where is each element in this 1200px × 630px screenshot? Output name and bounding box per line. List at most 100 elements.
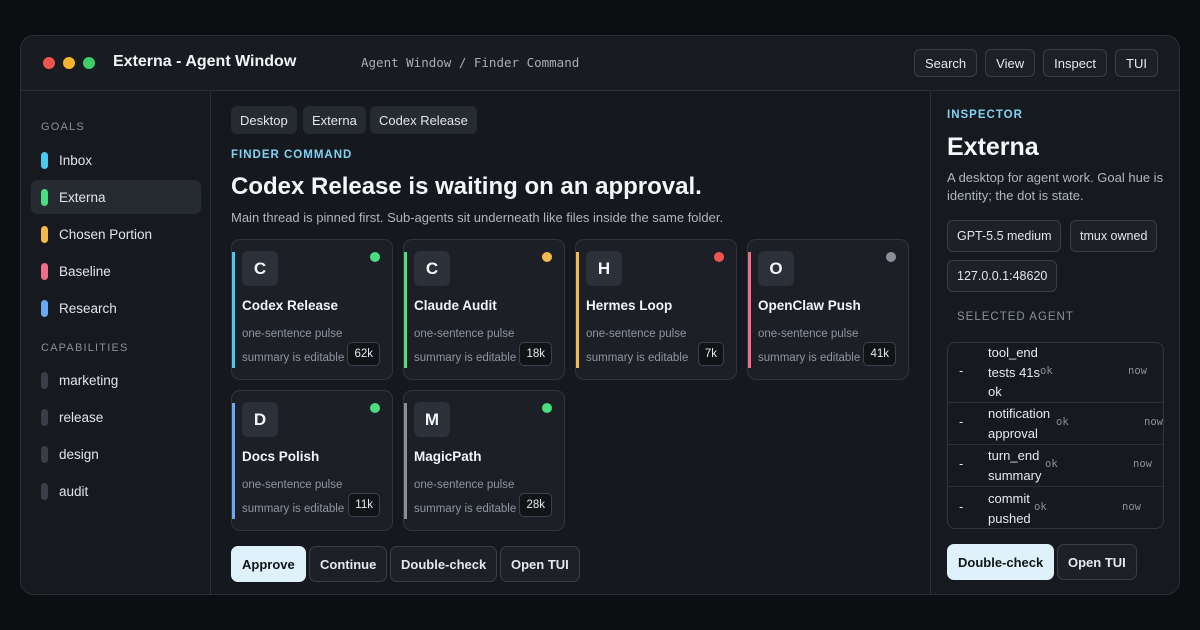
continue-button[interactable]: Continue [309,546,388,582]
status-dot [542,403,552,413]
agent-card[interactable]: M MagicPath one-sentence pulse summary i… [403,390,565,531]
agent-card[interactable]: H Hermes Loop one-sentence pulse summary… [575,239,737,380]
agent-summary: summary is editable [414,503,517,515]
goal-color-bar [404,403,407,519]
view-button[interactable]: View [985,49,1036,77]
search-button[interactable]: Search [913,49,978,77]
log-status: ok [1034,501,1047,513]
goal-color-swatch [41,225,48,243]
sidebar-item-label: audit [59,483,89,499]
title-bar: Externa - Agent Window Agent Window / Fi… [21,36,1179,91]
capability-swatch [41,445,48,463]
sidebar-item-label: Externa [59,189,106,205]
sidebar: GOALS Inbox Externa Chosen Portion Basel… [21,91,211,594]
log-time: now [1122,501,1141,513]
window-path: Agent Window / Finder Command [361,55,580,70]
sidebar-item-baseline[interactable]: Baseline [31,254,201,288]
sidebar-item-audit[interactable]: audit [31,474,201,508]
capability-swatch [41,371,48,389]
status-dot [886,252,896,262]
token-count-badge: 7k [697,342,724,366]
section-eyebrow: FINDER COMMAND [231,149,353,161]
avatar: M [414,402,450,437]
token-count-badge: 18k [519,342,552,366]
log-status: ok [1056,416,1069,428]
goal-color-swatch [41,299,48,317]
app-window: Externa - Agent Window Agent Window / Fi… [20,35,1180,595]
log-row: - turn_end summary ok now [948,444,1163,486]
double-check-button[interactable]: Double-check [947,544,1055,580]
address-chip: 127.0.0.1:48620 [947,260,1058,292]
open-tui-button[interactable]: Open TUI [500,546,580,582]
agent-name: MagicPath [414,449,482,464]
log-status: ok [1045,458,1058,470]
log-bullet: - [959,456,964,471]
open-tui-button[interactable]: Open TUI [1057,544,1137,580]
close-window-button[interactable] [43,57,55,69]
agent-card[interactable]: C Claude Audit one-sentence pulse summar… [403,239,565,380]
selected-agent-heading: SELECTED AGENT [957,311,1074,323]
inspector-title: Externa [947,133,1039,161]
status-dot [542,252,552,262]
zoom-window-button[interactable] [83,57,95,69]
sidebar-item-externa[interactable]: Externa [31,180,201,214]
goal-color-bar [232,252,235,368]
sidebar-item-inbox[interactable]: Inbox [31,143,201,177]
agent-name: Claude Audit [414,298,497,313]
goals-heading: GOALS [41,121,85,133]
agent-card[interactable]: C Codex Release one-sentence pulse summa… [231,239,393,380]
capability-swatch [41,408,48,426]
agent-pulse: one-sentence pulse [414,328,515,340]
sidebar-item-label: Baseline [59,263,111,279]
log-bullet: - [959,499,964,514]
approve-button[interactable]: Approve [231,546,306,582]
tui-button[interactable]: TUI [1115,49,1158,77]
sidebar-item-marketing[interactable]: marketing [31,363,201,397]
agent-name: Codex Release [242,298,339,313]
double-check-button[interactable]: Double-check [390,546,498,582]
page-title: Codex Release is waiting on an approval. [231,173,702,200]
token-count-badge: 28k [519,493,552,517]
log-event: tool_end tests 41s ok [988,345,1041,399]
goal-color-bar [232,403,235,519]
agent-pulse: one-sentence pulse [758,328,859,340]
agent-card[interactable]: D Docs Polish one-sentence pulse summary… [231,390,393,531]
log-row: - tool_end tests 41s ok ok now [948,343,1163,402]
breadcrumb-externa[interactable]: Externa [303,106,366,134]
avatar: C [414,251,450,286]
agent-summary: summary is editable [586,352,689,364]
model-chip: GPT-5.5 medium [947,220,1062,252]
page-subtitle: Main thread is pinned first. Sub-agents … [231,210,724,225]
goal-color-bar [404,252,407,368]
token-count-badge: 41k [863,342,896,366]
inspect-button[interactable]: Inspect [1043,49,1108,77]
breadcrumb-codex-release[interactable]: Codex Release [370,106,477,134]
agent-summary: summary is editable [242,503,345,515]
agent-name: OpenClaw Push [758,298,861,313]
minimize-window-button[interactable] [63,57,75,69]
log-event: turn_end summary [988,448,1042,483]
agent-card[interactable]: O OpenClaw Push one-sentence pulse summa… [747,239,909,380]
token-count-badge: 11k [348,493,380,517]
avatar: O [758,251,794,286]
sidebar-item-research[interactable]: Research [31,291,201,325]
goal-color-swatch [41,188,48,206]
breadcrumb-desktop[interactable]: Desktop [231,106,297,134]
log-time: now [1133,458,1152,470]
inspector-panel: INSPECTOR Externa A desktop for agent wo… [930,91,1179,594]
capability-swatch [41,482,48,500]
log-row: - notification approval ok now [948,402,1163,444]
sidebar-item-chosen-portion[interactable]: Chosen Portion [31,217,201,251]
inspector-eyebrow: INSPECTOR [947,109,1023,121]
agent-pulse: one-sentence pulse [242,479,343,491]
avatar: D [242,402,278,437]
avatar: H [586,251,622,286]
log-time: now [1128,365,1147,377]
sidebar-item-design[interactable]: design [31,437,201,471]
goal-color-swatch [41,151,48,169]
log-event: notification approval [988,406,1051,441]
agent-summary: summary is editable [242,352,345,364]
avatar: C [242,251,278,286]
sidebar-item-release[interactable]: release [31,400,201,434]
goal-color-bar [748,252,751,368]
